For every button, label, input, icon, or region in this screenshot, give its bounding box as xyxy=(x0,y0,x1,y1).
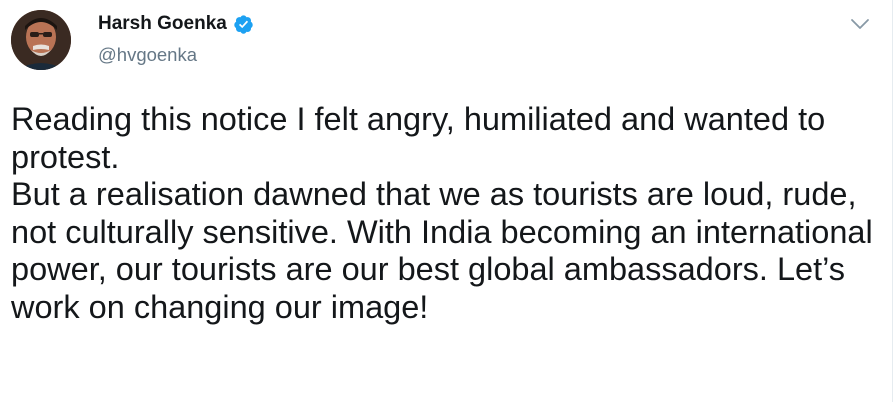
avatar[interactable] xyxy=(11,10,71,70)
tweet-paragraph: But a realisation dawned that we as tour… xyxy=(11,176,873,325)
author-name-row[interactable]: Harsh Goenka xyxy=(98,10,254,38)
verified-badge-icon xyxy=(233,14,254,35)
author-display-name[interactable]: Harsh Goenka xyxy=(98,10,227,38)
tweet-text: Reading this notice I felt angry, humili… xyxy=(11,101,881,326)
author-handle[interactable]: @hvgoenka xyxy=(98,42,197,68)
tweet-card: Harsh Goenka @hvgoenka Reading this noti… xyxy=(0,0,893,402)
chevron-down-icon xyxy=(851,19,869,29)
tweet-paragraph: Reading this notice I felt angry, humili… xyxy=(11,101,826,175)
tweet-menu-button[interactable] xyxy=(848,12,872,36)
profile-photo-icon xyxy=(11,10,71,70)
